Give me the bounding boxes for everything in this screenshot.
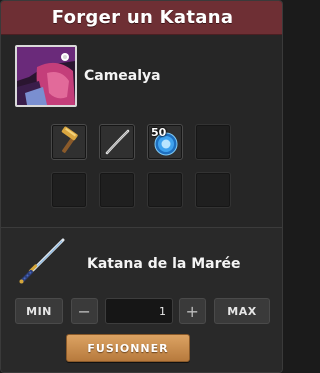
quantity-input[interactable] bbox=[105, 298, 173, 324]
fuse-button[interactable]: FUSIONNER bbox=[66, 334, 190, 362]
ingredient-slot-5[interactable] bbox=[51, 172, 87, 208]
katana-icon bbox=[19, 238, 65, 284]
ingredient-slot-4[interactable] bbox=[195, 124, 231, 160]
max-button[interactable]: MAX bbox=[214, 298, 270, 324]
ingredient-slot-7[interactable] bbox=[147, 172, 183, 208]
ingredient-slot-6[interactable] bbox=[99, 172, 135, 208]
dialog-title: Forger un Katana bbox=[51, 7, 234, 28]
ingredient-quantity: 50 bbox=[151, 126, 167, 139]
dialog-header: Forger un Katana bbox=[1, 1, 282, 35]
ingredient-slot-8[interactable] bbox=[195, 172, 231, 208]
result-panel: Katana de la Marée MIN − + MAX FUSIONNER bbox=[1, 228, 282, 372]
character-portrait-icon bbox=[17, 47, 75, 105]
ingredient-slot-3[interactable]: 50 bbox=[147, 124, 183, 160]
increment-button[interactable]: + bbox=[179, 298, 206, 324]
forge-dialog: Forger un Katana Camealya 50 Katana de l… bbox=[0, 0, 283, 373]
ingredient-slot-1[interactable] bbox=[51, 124, 87, 160]
character-avatar bbox=[15, 45, 77, 107]
decrement-button[interactable]: − bbox=[71, 298, 98, 324]
ingredient-slot-2[interactable] bbox=[99, 124, 135, 160]
character-name: Camealya bbox=[84, 68, 161, 84]
hammer-icon bbox=[61, 126, 78, 153]
result-item-name: Katana de la Marée bbox=[87, 256, 241, 272]
ingredients-panel: Camealya 50 bbox=[1, 35, 282, 228]
katana-blade-icon bbox=[105, 129, 130, 155]
min-button[interactable]: MIN bbox=[15, 298, 63, 324]
